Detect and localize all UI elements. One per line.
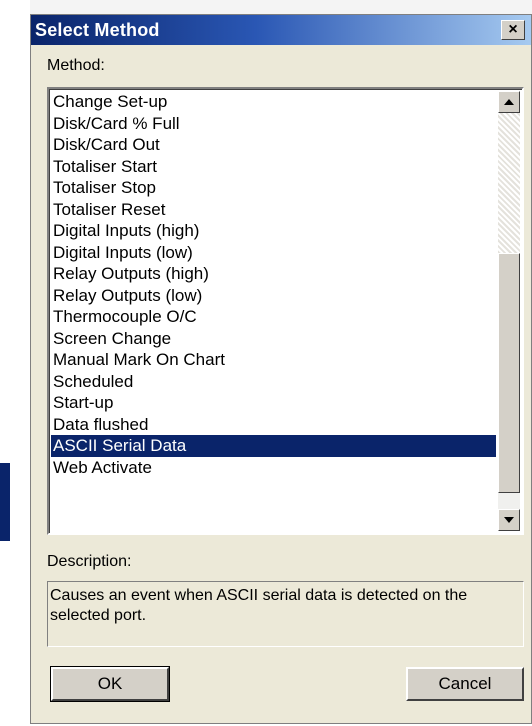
background-window-strip bbox=[0, 0, 30, 726]
method-label: Method: bbox=[47, 57, 105, 74]
description-box: Causes an event when ASCII serial data i… bbox=[47, 581, 524, 647]
scroll-down-button[interactable] bbox=[498, 509, 520, 531]
method-list-item[interactable]: ASCII Serial Data bbox=[51, 435, 496, 457]
scroll-track[interactable] bbox=[498, 113, 520, 253]
vertical-scrollbar[interactable] bbox=[498, 91, 520, 531]
method-list-item[interactable]: Web Activate bbox=[51, 457, 496, 479]
close-button[interactable]: × bbox=[501, 20, 525, 40]
select-method-dialog: Select Method × Method: Change Set-up Dis… bbox=[30, 14, 532, 724]
method-list-item[interactable]: Thermocouple O/C bbox=[51, 306, 496, 328]
method-list-item[interactable]: Manual Mark On Chart bbox=[51, 349, 496, 371]
method-list-item[interactable]: Change Set-up bbox=[51, 91, 496, 113]
method-list-item[interactable]: Disk/Card Out bbox=[51, 134, 496, 156]
method-list-item[interactable]: Totaliser Reset bbox=[51, 199, 496, 221]
method-list-item[interactable]: Relay Outputs (low) bbox=[51, 285, 496, 307]
method-list-item[interactable]: Digital Inputs (high) bbox=[51, 220, 496, 242]
description-label: Description: bbox=[47, 553, 132, 570]
method-list-items: Change Set-up Disk/Card % Full Disk/Card O… bbox=[51, 91, 496, 478]
method-list-item[interactable]: Screen Change bbox=[51, 328, 496, 350]
ok-button[interactable]: OK bbox=[50, 666, 170, 702]
background-window-fragment bbox=[30, 0, 532, 14]
title-bar[interactable]: Select Method × bbox=[31, 15, 531, 45]
scroll-thumb[interactable] bbox=[498, 253, 520, 493]
close-icon: × bbox=[508, 21, 518, 38]
method-list-item[interactable]: Digital Inputs (low) bbox=[51, 242, 496, 264]
dialog-title: Select Method bbox=[35, 20, 160, 40]
method-list-item[interactable]: Totaliser Stop bbox=[51, 177, 496, 199]
scroll-up-arrow-icon bbox=[504, 99, 514, 105]
method-list-item[interactable]: Disk/Card % Full bbox=[51, 113, 496, 135]
scroll-down-arrow-icon bbox=[504, 517, 514, 523]
background-selection-fragment bbox=[0, 463, 10, 541]
method-list-item[interactable]: Scheduled bbox=[51, 371, 496, 393]
method-listbox[interactable]: Change Set-up Disk/Card % Full Disk/Card O… bbox=[47, 87, 524, 535]
method-list-item[interactable]: Data flushed bbox=[51, 414, 496, 436]
scroll-up-button[interactable] bbox=[498, 91, 520, 113]
method-list-item[interactable]: Start-up bbox=[51, 392, 496, 414]
cancel-button[interactable]: Cancel bbox=[406, 667, 524, 701]
method-list-item[interactable]: Totaliser Start bbox=[51, 156, 496, 178]
method-list-item[interactable]: Relay Outputs (high) bbox=[51, 263, 496, 285]
